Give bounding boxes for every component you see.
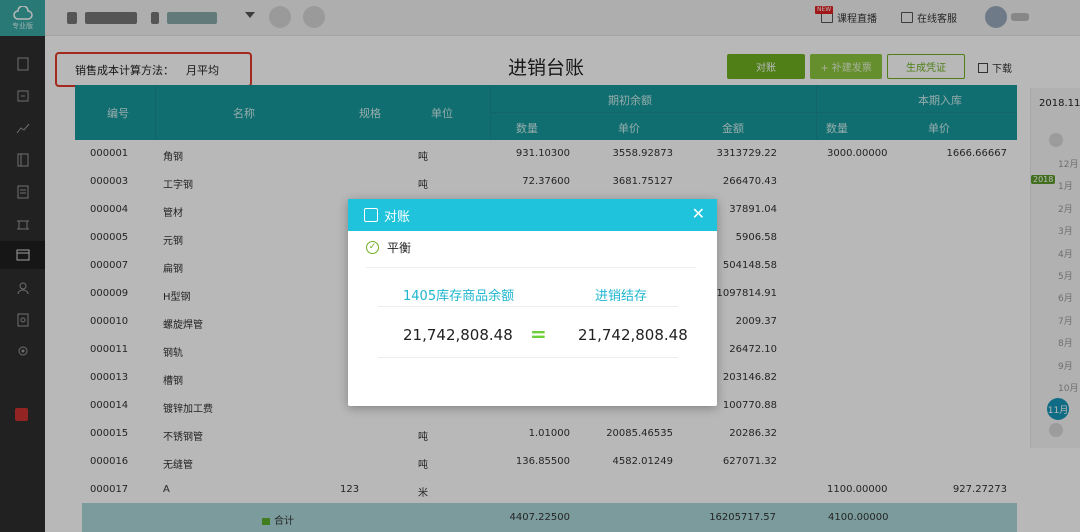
balance-status: ✓ 平衡 [366, 239, 411, 256]
inventory-closing-label: 进销结存 [595, 289, 648, 304]
divider [378, 306, 678, 307]
equals-sign: = [530, 322, 547, 346]
reconcile-dialog: 对账 ✕ ✓ 平衡 1405库存商品余额 进销结存 21,742,808.48 … [348, 199, 717, 406]
divider [378, 357, 678, 358]
dialog-title: 对账 [384, 209, 411, 225]
inventory-closing-value: 21,742,808.48 [578, 326, 688, 344]
balance-status-label: 平衡 [387, 241, 412, 255]
stock-balance-value: 21,742,808.48 [403, 326, 513, 344]
dialog-header: 对账 [348, 199, 717, 231]
close-icon[interactable]: ✕ [692, 206, 705, 222]
divider [366, 267, 696, 268]
stock-balance-label: 1405库存商品余额 [403, 289, 515, 304]
check-circle-icon: ✓ [366, 241, 379, 254]
reconcile-icon [364, 208, 378, 222]
